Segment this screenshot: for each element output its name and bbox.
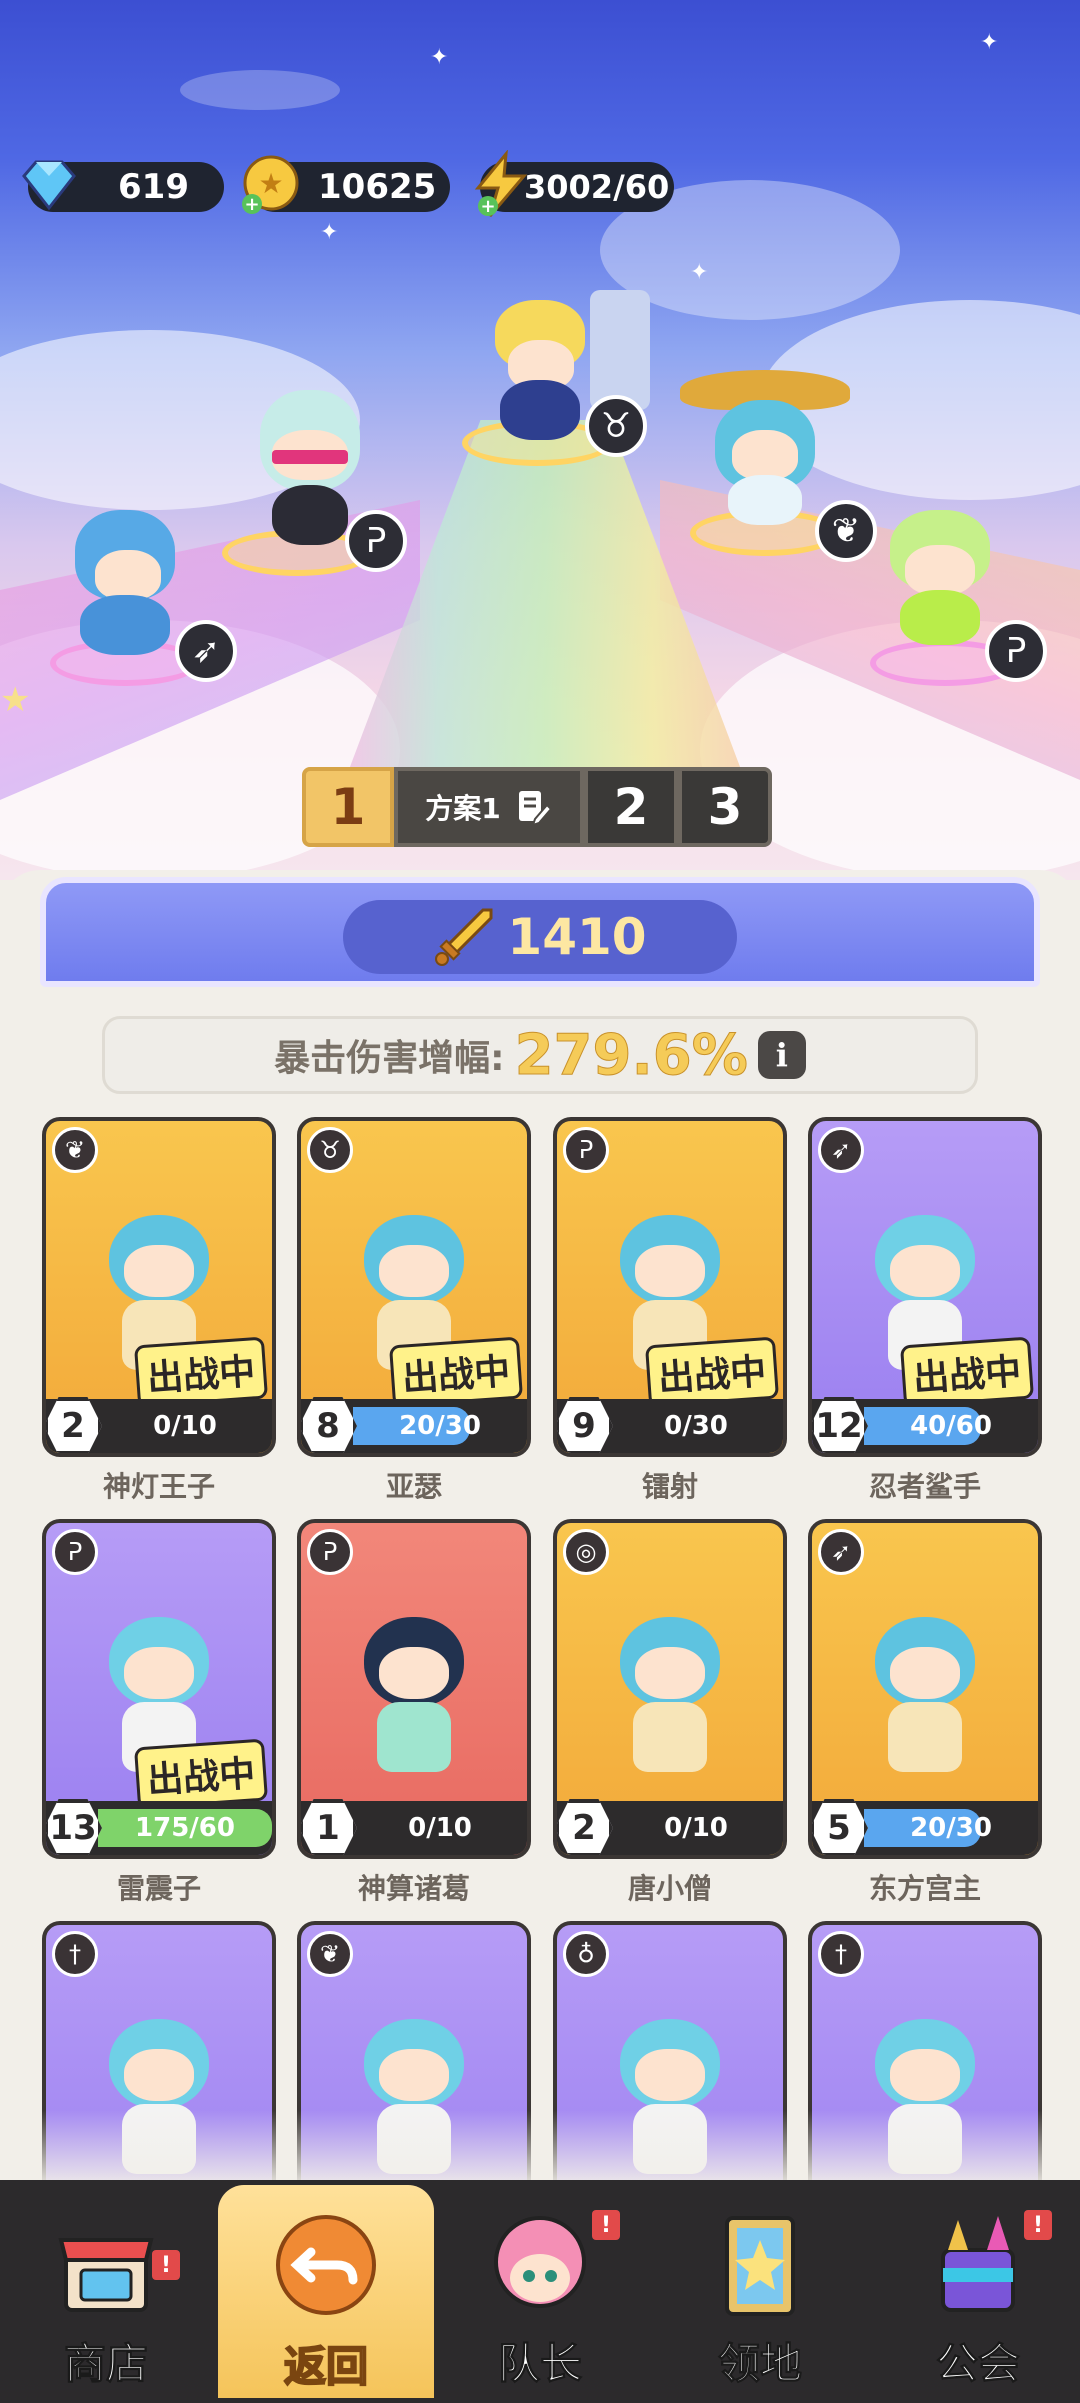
shard-progress-text: 0/10 — [664, 1813, 728, 1843]
team-power: 1410 — [343, 900, 737, 974]
deployed-badge: 出战中 — [644, 1336, 780, 1408]
plan-tab-1[interactable]: 1 — [302, 767, 394, 847]
crit-damage-value: 279.6% — [514, 1022, 748, 1088]
nav-captain[interactable]: 队长 ! — [440, 2190, 640, 2403]
info-button[interactable]: i — [757, 1031, 806, 1079]
bull-icon: ♉ — [307, 1127, 353, 1173]
stage-hero-lamp-prince[interactable]: ❦ — [660, 360, 880, 580]
hero-card[interactable]: ➶ 出战中 40/60 12 — [808, 1117, 1042, 1457]
gem-counter[interactable]: 619 — [22, 160, 224, 212]
wings-icon: ❦ — [52, 1127, 98, 1173]
hero-portrait — [339, 1587, 489, 1777]
deployed-badge: 出战中 — [388, 1336, 524, 1408]
energy-value: 3002/60 — [524, 168, 670, 206]
team-power-value: 1410 — [507, 908, 647, 966]
sword-icon — [435, 908, 493, 966]
shard-progress-text: 20/30 — [910, 1813, 992, 1843]
sword-icon: † — [818, 1931, 864, 1977]
hero-name: 神算诸葛 — [357, 1872, 470, 1905]
hero-card[interactable]: ᕈ 出战中 175/60 13 — [42, 1519, 276, 1859]
deployed-badge: 出战中 — [133, 1336, 269, 1408]
nav-fade — [0, 2110, 1080, 2190]
bull-icon: ♉ — [585, 395, 647, 457]
stage-hero-thunder[interactable]: ᕈ — [850, 500, 1070, 700]
gem-value: 619 — [118, 167, 189, 207]
crit-damage-label: 暴击伤害增幅: — [274, 1038, 505, 1079]
shard-progress-text: 175/60 — [135, 1813, 235, 1843]
formation-plan-selector: 1 方案1 2 3 — [302, 767, 772, 847]
magic-icon: ᕈ — [345, 510, 407, 572]
hero-portrait — [850, 1587, 1000, 1777]
captain-alert-badge: ! — [592, 2210, 620, 2240]
shard-progress-text: 20/30 — [399, 1411, 481, 1441]
hero-card[interactable]: ❦ 出战中 0/10 2 — [42, 1117, 276, 1457]
bow-icon: ➶ — [818, 1127, 864, 1173]
nav-shop[interactable]: 商店 ! — [6, 2190, 206, 2403]
hero-name: 东方宫主 — [868, 1872, 981, 1905]
nav-guild[interactable]: 公会 ! — [878, 2190, 1078, 2403]
shard-progress-text: 40/60 — [910, 1411, 992, 1441]
svg-text:+: + — [480, 196, 495, 217]
shop-icon — [58, 2238, 154, 2312]
hero-name: 忍者鲨手 — [868, 1470, 981, 1503]
nav-captain-label: 队长 — [497, 2339, 582, 2389]
diamond-icon — [22, 160, 76, 211]
guild-alert-badge: ! — [1024, 2210, 1052, 2240]
svg-text:★: ★ — [258, 167, 283, 200]
nav-territory-label: 领地 — [717, 2339, 802, 2389]
hero-name: 唐小僧 — [627, 1872, 712, 1905]
shop-alert-badge: ! — [152, 2250, 180, 2280]
plan-name-button[interactable]: 方案1 — [394, 767, 584, 847]
hero-name: 雷震子 — [116, 1872, 201, 1905]
lightning-icon: + — [474, 150, 528, 217]
nav-shop-label: 商店 — [63, 2339, 148, 2389]
magic-icon: ᕈ — [307, 1529, 353, 1575]
territory-door-icon — [725, 2216, 795, 2316]
plan-tab-2[interactable]: 2 — [584, 767, 678, 847]
nav-territory[interactable]: 领地 — [660, 2190, 860, 2403]
nav-guild-label: 公会 — [935, 2339, 1020, 2389]
magic-icon: ᕈ — [985, 620, 1047, 682]
guild-hat-icon — [941, 2216, 1015, 2312]
edit-icon — [518, 791, 553, 827]
potion-icon: ♁ — [563, 1931, 609, 1977]
gold-coin-icon: ★ + — [242, 155, 299, 215]
bow-icon: ➶ — [175, 620, 237, 682]
hero-name: 镭射 — [641, 1470, 698, 1503]
shard-progress-text: 0/30 — [664, 1411, 728, 1441]
hero-card[interactable]: ◎ 0/10 2 — [553, 1519, 787, 1859]
stage-hero-ninja-shark[interactable]: ➶ — [20, 500, 240, 700]
hero-portrait — [595, 1587, 745, 1777]
bow-icon: ➶ — [818, 1529, 864, 1575]
swirl-icon: ◎ — [563, 1529, 609, 1575]
wings-icon: ❦ — [307, 1931, 353, 1977]
shard-progress-text: 0/10 — [153, 1411, 217, 1441]
crit-damage-bar: 暴击伤害增幅: 279.6% i — [102, 1016, 978, 1094]
hero-card[interactable]: ♉ 出战中 20/30 8 — [297, 1117, 531, 1457]
hero-card[interactable]: ᕈ 0/10 1 — [297, 1519, 531, 1859]
stage-hero-laser[interactable]: ᕈ — [210, 370, 410, 590]
deployed-badge: 出战中 — [899, 1336, 1035, 1408]
stage-hero-arthur[interactable]: ♉ — [450, 270, 650, 470]
hero-card[interactable]: ➶ 20/30 5 — [808, 1519, 1042, 1859]
nav-back[interactable]: 返回 — [218, 2185, 434, 2398]
deployed-badge: 出战中 — [133, 1738, 269, 1810]
gold-counter[interactable]: ★ + 10625 — [242, 155, 450, 215]
magic-icon: ᕈ — [563, 1127, 609, 1173]
return-arrow-icon — [276, 2215, 376, 2315]
hero-name: 神灯王子 — [102, 1470, 215, 1503]
sword-icon: † — [52, 1931, 98, 1977]
captain-avatar-icon — [494, 2216, 586, 2308]
magic-icon: ᕈ — [52, 1529, 98, 1575]
gold-value: 10625 — [318, 167, 437, 207]
energy-counter[interactable]: + 3002/60 — [474, 150, 674, 217]
plan-name-label: 方案1 — [425, 792, 501, 825]
nav-back-label: 返回 — [283, 2341, 369, 2392]
svg-text:+: + — [244, 194, 259, 215]
shard-progress-text: 0/10 — [408, 1813, 472, 1843]
plan-tab-3[interactable]: 3 — [678, 767, 772, 847]
hero-card[interactable]: ᕈ 出战中 0/30 9 — [553, 1117, 787, 1457]
hero-name: 亚瑟 — [385, 1470, 442, 1503]
